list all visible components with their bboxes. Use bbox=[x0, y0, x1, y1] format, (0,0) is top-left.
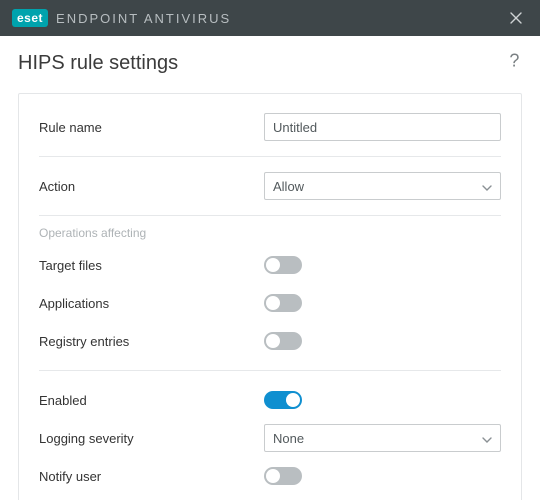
action-selected-value: Allow bbox=[273, 179, 304, 194]
brand-badge: eset bbox=[12, 9, 48, 27]
svg-text:?: ? bbox=[509, 52, 519, 70]
registry-entries-label: Registry entries bbox=[39, 334, 264, 349]
applications-label: Applications bbox=[39, 296, 264, 311]
brand-suffix: ENDPOINT ANTIVIRUS bbox=[56, 11, 231, 26]
enabled-label: Enabled bbox=[39, 393, 264, 408]
divider bbox=[39, 215, 501, 216]
notify-user-label: Notify user bbox=[39, 469, 264, 484]
notify-user-toggle[interactable] bbox=[264, 467, 302, 485]
close-icon bbox=[510, 12, 522, 24]
chevron-down-icon bbox=[482, 431, 492, 446]
logging-severity-select[interactable]: None bbox=[264, 424, 501, 452]
rule-name-input[interactable] bbox=[264, 113, 501, 141]
operations-section-label: Operations affecting bbox=[39, 226, 501, 240]
divider bbox=[39, 370, 501, 371]
logging-severity-label: Logging severity bbox=[39, 431, 264, 446]
chevron-down-icon bbox=[482, 179, 492, 194]
divider bbox=[39, 156, 501, 157]
action-label: Action bbox=[39, 179, 264, 194]
close-button[interactable] bbox=[502, 4, 530, 32]
settings-panel: Rule name Action Allow Operations affect… bbox=[18, 93, 522, 500]
page-title: HIPS rule settings bbox=[18, 52, 178, 75]
registry-entries-toggle[interactable] bbox=[264, 332, 302, 350]
target-files-label: Target files bbox=[39, 258, 264, 273]
action-select[interactable]: Allow bbox=[264, 172, 501, 200]
target-files-toggle[interactable] bbox=[264, 256, 302, 274]
title-bar: eset ENDPOINT ANTIVIRUS bbox=[0, 0, 540, 36]
help-button[interactable]: ? bbox=[508, 52, 522, 75]
enabled-toggle[interactable] bbox=[264, 391, 302, 409]
rule-name-label: Rule name bbox=[39, 120, 264, 135]
help-icon: ? bbox=[508, 52, 522, 70]
applications-toggle[interactable] bbox=[264, 294, 302, 312]
logging-severity-selected-value: None bbox=[273, 431, 304, 446]
